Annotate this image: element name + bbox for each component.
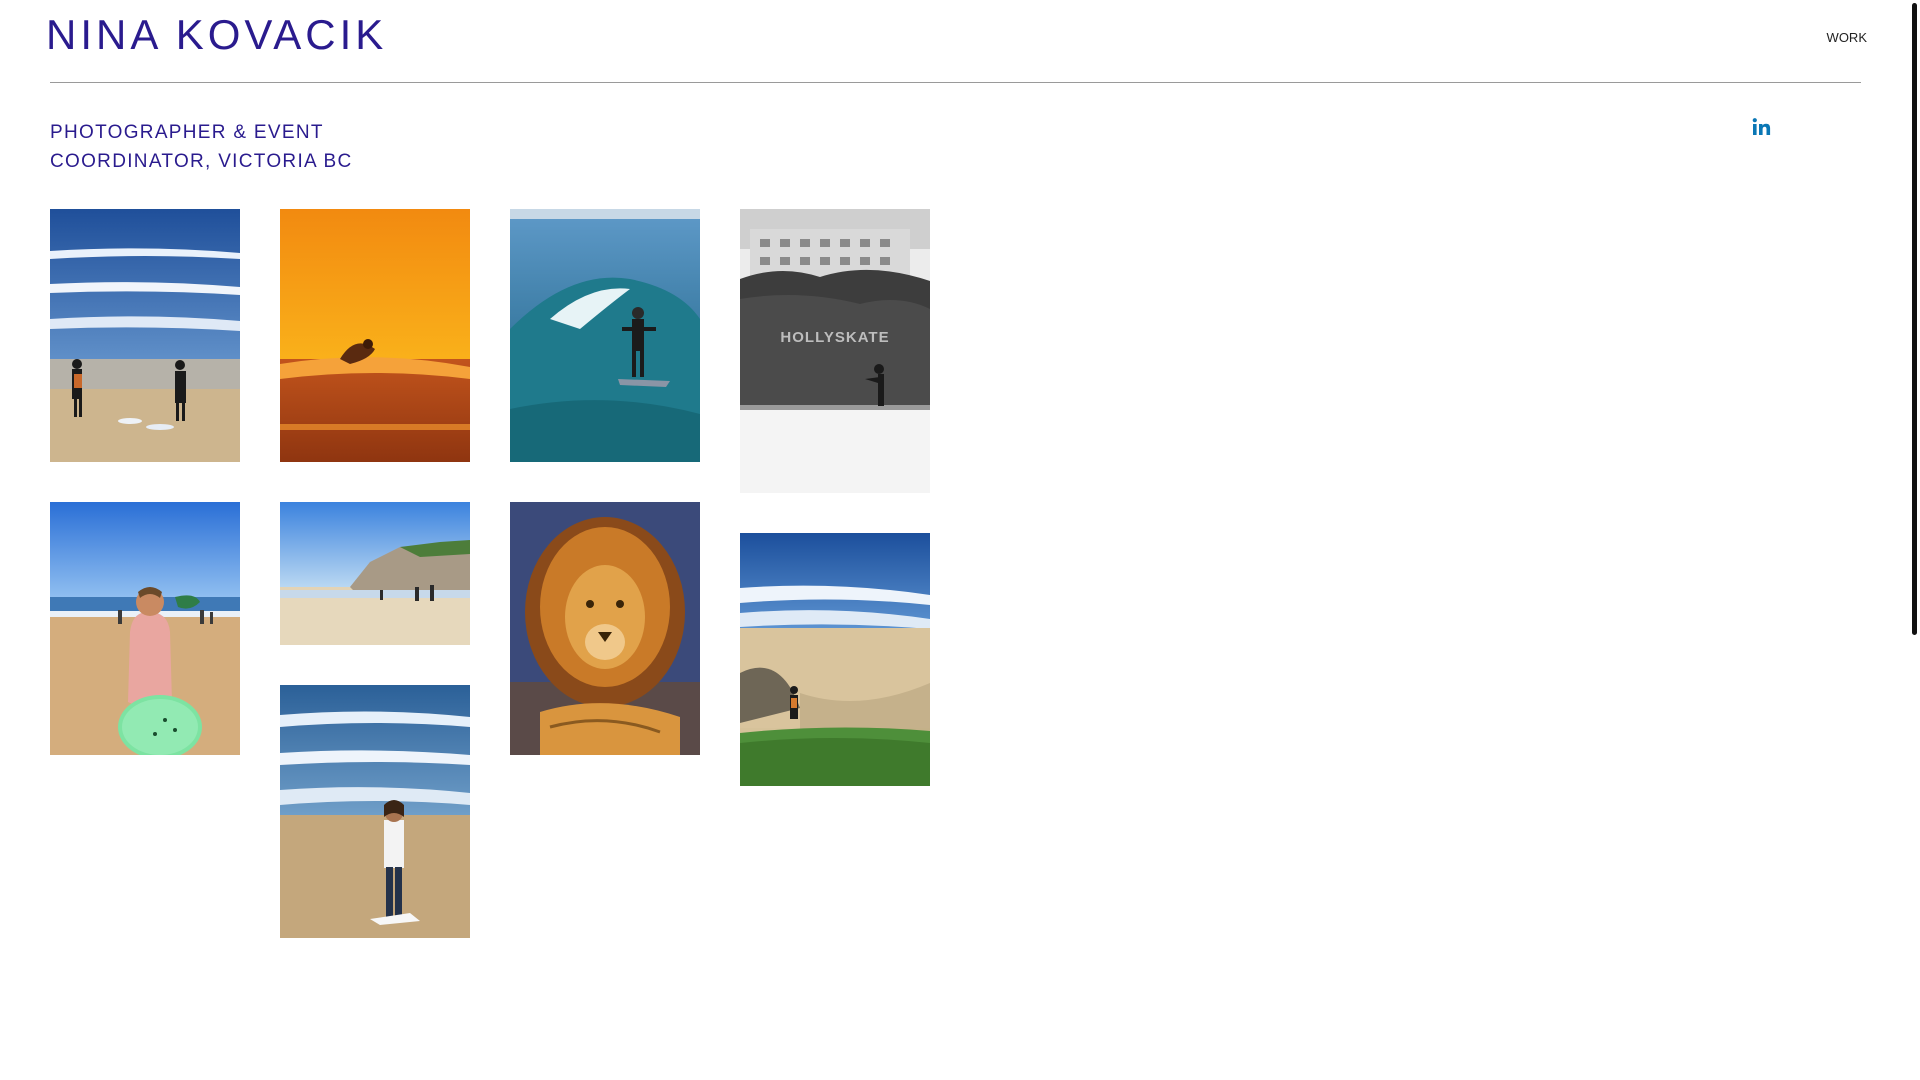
scrollbar-track[interactable] — [1906, 0, 1920, 1080]
photo-woman-shoreline — [280, 685, 470, 938]
scrollbar-thumb[interactable] — [1912, 3, 1917, 635]
photo-sunset-surf — [280, 209, 470, 462]
gallery-photo-surfer-green-board[interactable] — [50, 502, 240, 755]
linkedin-icon[interactable] — [1752, 117, 1772, 137]
gallery-photo-surfers-beach[interactable] — [50, 209, 240, 462]
header-divider — [50, 82, 1861, 83]
linkedin-glyph — [1752, 118, 1771, 135]
site-title[interactable]: NINA KOVACIK — [46, 10, 387, 60]
page: NINA KOVACIK WORK PHOTOGRAPHER & EVENT C… — [0, 0, 1920, 1080]
tagline: PHOTOGRAPHER & EVENT COORDINATOR, VICTOR… — [50, 118, 380, 176]
photo-surfer-wave — [510, 209, 700, 462]
hollyskate-sign-text: HOLLYSKATE — [780, 329, 889, 346]
photo-hollyskate: HOLLYSKATE — [740, 209, 930, 493]
photo-lion — [510, 502, 700, 755]
tagline-line-2: COORDINATOR, VICTORIA BC — [50, 151, 353, 172]
photo-surfer-green-board — [50, 502, 240, 755]
gallery-photo-beach-cliffs[interactable] — [280, 502, 470, 645]
nav-work-link[interactable]: WORK — [1827, 30, 1867, 45]
gallery-photo-woman-shoreline[interactable] — [280, 685, 470, 938]
gallery-photo-sunset-surf[interactable] — [280, 209, 470, 462]
gallery-photo-surfer-wave[interactable] — [510, 209, 700, 462]
photo-beach-cliffs — [280, 502, 470, 645]
photo-surfer-shore-grass — [740, 533, 930, 786]
gallery-photo-hollyskate[interactable]: HOLLYSKATE — [740, 209, 930, 493]
gallery-photo-surfer-shore-grass[interactable] — [740, 533, 930, 786]
tagline-line-1: PHOTOGRAPHER & EVENT — [50, 122, 324, 143]
photo-surfers-beach — [50, 209, 240, 462]
gallery-photo-lion[interactable] — [510, 502, 700, 755]
